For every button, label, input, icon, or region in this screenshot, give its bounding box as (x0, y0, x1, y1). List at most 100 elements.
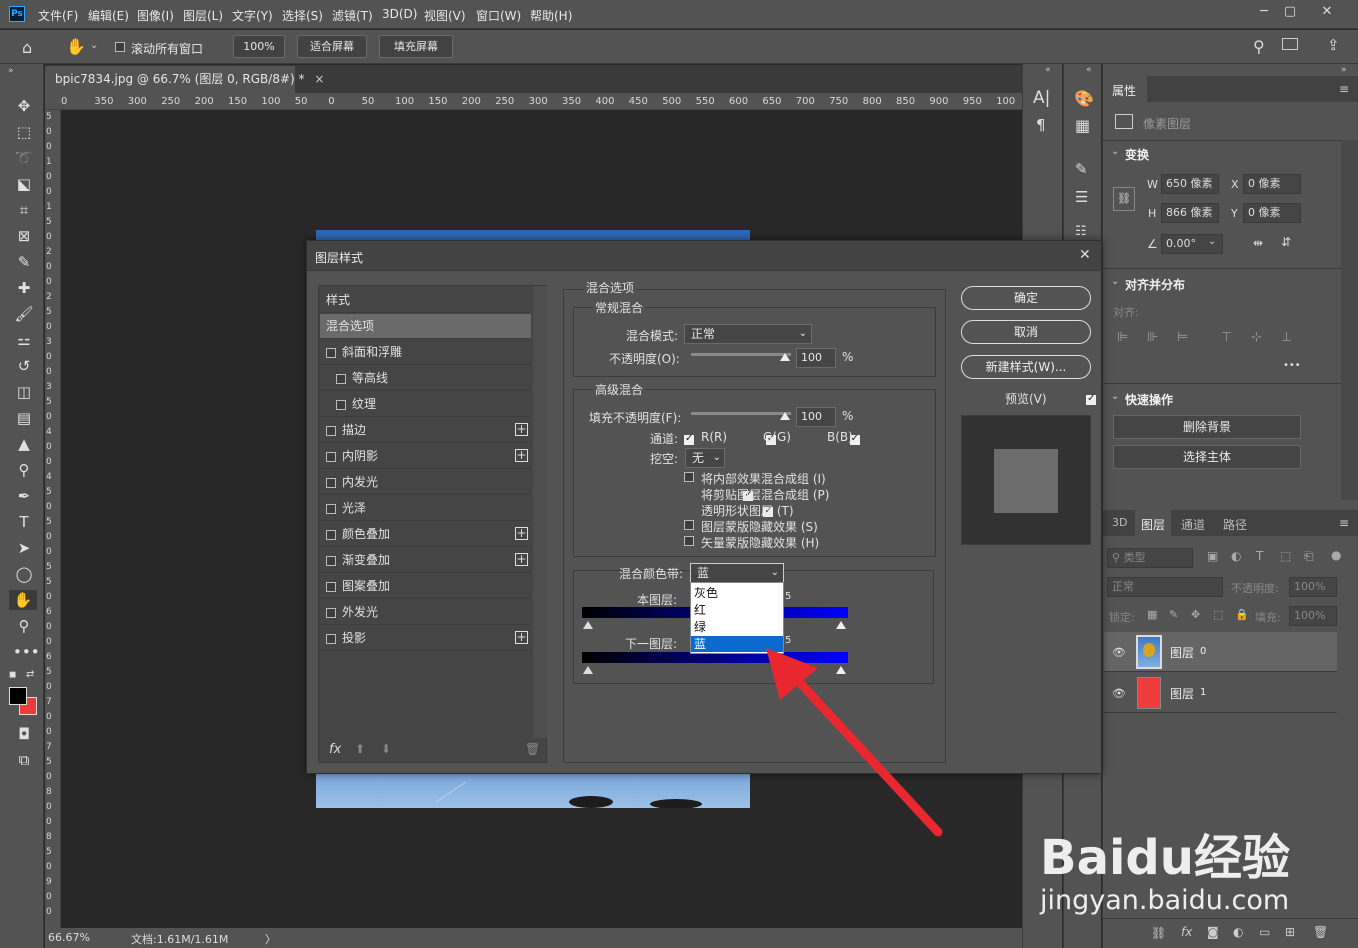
menu-item[interactable]: 帮助(H) (530, 7, 572, 24)
object-select-tool-icon[interactable]: ⬕ (13, 174, 35, 194)
panel-menu-icon[interactable]: ≡ (1339, 82, 1349, 96)
menu-item[interactable]: 文字(Y) (232, 7, 273, 24)
opt1-checkbox[interactable] (684, 472, 694, 482)
chevron-down-icon[interactable]: ⌄ (1111, 391, 1119, 402)
style-item[interactable]: 颜色叠加 + (320, 522, 531, 547)
menu-item[interactable]: 图层(L) (183, 7, 223, 24)
style-checkbox[interactable] (326, 425, 336, 436)
eye-icon[interactable]: 👁 (1112, 646, 1126, 659)
stamp-tool-icon[interactable]: ⚍ (13, 330, 35, 350)
add-style-icon[interactable]: + (515, 631, 528, 644)
blend-if-select[interactable]: 蓝 ⌄ (690, 563, 784, 583)
style-checkbox[interactable] (326, 633, 336, 644)
chevron-down-icon[interactable]: ⌄ (1208, 236, 1216, 247)
hand-tool-icon[interactable]: ✋ (66, 37, 86, 56)
tab-channels[interactable]: 通道 (1173, 510, 1213, 536)
preview-checkbox[interactable] (1086, 393, 1097, 405)
blend-mode-select[interactable]: 正常 (1107, 577, 1223, 597)
tab-close-icon[interactable]: × (314, 72, 324, 86)
move-up-icon[interactable]: ⬆ (355, 742, 365, 756)
tab-3d[interactable]: 3D (1103, 510, 1135, 536)
filter-smart-icon[interactable]: ⎗ (1304, 549, 1314, 564)
path-select-tool-icon[interactable]: ➤ (13, 538, 35, 558)
home-icon[interactable]: ⌂ (22, 38, 32, 57)
shape-tool-icon[interactable]: ◯ (13, 564, 35, 584)
pen-tool-icon[interactable]: ✒ (13, 486, 35, 506)
crop-tool-icon[interactable]: ⌗ (13, 200, 35, 220)
lock-brush-icon[interactable]: ✎ (1169, 608, 1178, 621)
underlying-white-thumb[interactable] (836, 666, 846, 674)
layer-row-0[interactable]: 👁 图层 0 (1104, 632, 1337, 672)
collapse-icon[interactable]: » (8, 66, 14, 76)
eye-icon[interactable]: 👁 (1112, 687, 1126, 700)
character-icon[interactable]: A| (1033, 88, 1050, 108)
menu-item[interactable]: 图像(I) (137, 7, 174, 24)
fx-icon[interactable]: fx (329, 742, 341, 757)
lasso-tool-icon[interactable]: ➰ (13, 148, 35, 168)
align-bottom-icon[interactable]: ⊥ (1281, 330, 1292, 345)
add-style-icon[interactable]: + (515, 423, 528, 436)
new-layer-icon[interactable]: ⊞ (1285, 925, 1295, 939)
style-item[interactable]: 内发光 (320, 470, 531, 495)
lock-transparent-icon[interactable]: ▦ (1147, 608, 1157, 621)
hand-tool-icon[interactable]: ✋ (9, 590, 37, 610)
lock-move-icon[interactable]: ✥ (1191, 608, 1200, 621)
knockout-select[interactable]: 无 ⌄ (685, 448, 725, 468)
remove-background-button[interactable]: 删除背景 (1113, 415, 1301, 439)
fill-opacity-thumb[interactable] (780, 412, 790, 420)
dialog-close-icon[interactable]: ✕ (1079, 247, 1091, 263)
height-field[interactable]: 866 像素 (1161, 203, 1219, 223)
style-checkbox[interactable] (326, 581, 336, 592)
chevron-down-icon[interactable]: ⌄ (90, 40, 98, 51)
more-tools-icon[interactable]: ••• (13, 642, 40, 662)
frame-tool-icon[interactable]: ⊠ (13, 226, 35, 246)
screen-mode-icon[interactable]: ⧉ (13, 750, 35, 770)
opacity-field[interactable]: 100 (796, 348, 836, 368)
style-item[interactable]: 描边 + (320, 418, 531, 443)
opacity-thumb[interactable] (780, 353, 790, 361)
tab-paths[interactable]: 路径 (1215, 510, 1255, 536)
menu-item[interactable]: 滤镜(T) (332, 7, 373, 24)
adjustments-icon[interactable]: ☰ (1075, 188, 1088, 206)
fill-screen-button[interactable]: 填充屏幕 (379, 35, 453, 58)
paragraph-icon[interactable]: ¶ (1036, 116, 1046, 134)
add-mask-icon[interactable]: ◙ (1207, 925, 1219, 939)
opt5-checkbox[interactable] (684, 536, 694, 546)
width-field[interactable]: 650 像素 (1161, 174, 1219, 194)
blend-options-item[interactable]: 混合选项 (320, 314, 531, 339)
chevron-down-icon[interactable]: ⌄ (1111, 146, 1119, 157)
tab-properties[interactable]: 属性 (1103, 76, 1147, 102)
style-list-scrollbar[interactable] (533, 286, 547, 738)
swap-colors-icon[interactable]: ⇄ (26, 669, 34, 680)
menu-item[interactable]: 3D(D) (382, 7, 417, 21)
scrollbar[interactable] (1341, 140, 1358, 500)
style-checkbox[interactable] (336, 399, 346, 410)
style-item[interactable]: 图案叠加 (320, 574, 531, 599)
panel-menu-icon[interactable]: ≡ (1339, 516, 1349, 530)
libraries-icon[interactable]: ☷ (1075, 224, 1087, 239)
zoom-tool-icon[interactable]: ⚲ (13, 616, 35, 636)
swatches-grid-icon[interactable]: ▦ (1075, 116, 1090, 135)
this-layer-white-thumb[interactable] (836, 621, 846, 629)
group-icon[interactable]: ▭ (1259, 925, 1270, 939)
dropdown-option-green[interactable]: 绿 (691, 619, 783, 635)
delete-icon[interactable]: 🗑 (525, 742, 540, 756)
style-item[interactable]: 渐变叠加 + (320, 548, 531, 573)
layer-row-1[interactable]: 👁 图层 1 (1104, 673, 1337, 713)
filter-pixel-icon[interactable]: ▣ (1207, 549, 1218, 563)
add-style-icon[interactable]: + (515, 527, 528, 540)
collapse-icon[interactable]: « (1045, 65, 1051, 75)
style-item[interactable]: 等高线 (320, 366, 531, 391)
filter-toggle-icon[interactable]: ● (1331, 548, 1341, 562)
add-style-icon[interactable]: + (515, 553, 528, 566)
document-tab[interactable]: bpic7834.jpg @ 66.7% (图层 0, RGB/8#) * × (45, 66, 324, 93)
brushes-icon[interactable]: ✎ (1075, 160, 1088, 178)
underlying-black-thumb[interactable] (583, 666, 593, 674)
chevron-down-icon[interactable]: ⌄ (1111, 276, 1119, 287)
opt4-checkbox[interactable] (684, 520, 694, 530)
marquee-tool-icon[interactable]: ⬚ (13, 122, 35, 142)
menu-item[interactable]: 编辑(E) (88, 7, 129, 24)
ok-button[interactable]: 确定 (961, 286, 1091, 310)
link-layers-icon[interactable]: ⛓ (1151, 926, 1166, 940)
style-item[interactable]: 纹理 (320, 392, 531, 417)
